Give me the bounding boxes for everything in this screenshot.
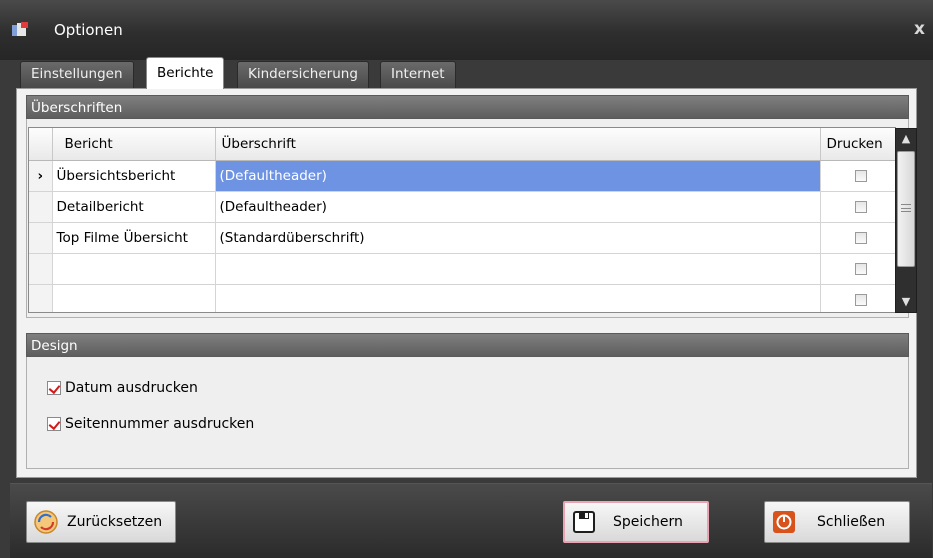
table-row[interactable] <box>29 284 895 312</box>
row-indicator <box>29 222 53 254</box>
print-date-checkbox[interactable] <box>47 381 61 395</box>
tab-einstellungen[interactable]: Einstellungen <box>20 61 134 88</box>
cell-ueberschrift[interactable] <box>215 284 821 312</box>
column-header-ueberschrift[interactable]: Überschrift <box>215 128 821 161</box>
cell-ueberschrift[interactable]: (Standardüberschrift) <box>215 222 821 254</box>
grid-header-row: Bericht Überschrift Drucken <box>29 128 895 161</box>
current-row-indicator-icon: › <box>29 160 53 192</box>
tab-internet[interactable]: Internet <box>380 61 456 88</box>
reports-table: Bericht Überschrift Drucken › Übersichts… <box>29 128 895 312</box>
close-label: Schließen <box>817 514 886 530</box>
print-page-number-checkbox[interactable] <box>47 417 61 431</box>
scroll-up-icon[interactable]: ▲ <box>896 129 916 149</box>
print-page-number-label: Seitennummer ausdrucken <box>65 416 255 432</box>
row-indicator <box>29 284 53 312</box>
row-indicator <box>29 191 53 223</box>
window-title: Optionen <box>54 21 123 39</box>
print-checkbox[interactable] <box>854 262 867 275</box>
cell-bericht[interactable]: Übersichtsbericht <box>52 160 216 192</box>
app-icon <box>12 22 28 36</box>
save-button[interactable]: Speichern <box>563 501 709 543</box>
print-checkbox[interactable] <box>854 293 867 306</box>
close-icon[interactable]: x <box>914 19 925 39</box>
column-header-bericht[interactable]: Bericht <box>52 128 216 161</box>
table-row[interactable]: › Übersichtsbericht (Defaultheader) <box>29 160 895 192</box>
cell-ueberschrift[interactable]: (Defaultheader) <box>215 191 821 223</box>
table-row[interactable]: Top Filme Übersicht (Standardüberschrift… <box>29 222 895 254</box>
print-page-number-checkbox-row[interactable]: Seitennummer ausdrucken <box>47 416 254 432</box>
cell-drucken[interactable] <box>820 284 895 312</box>
design-group-header: Design <box>26 333 909 357</box>
print-checkbox[interactable] <box>854 169 867 182</box>
options-window: Optionen x Einstellungen Berichte Kinder… <box>0 0 933 558</box>
close-button[interactable]: Schließen <box>764 501 910 543</box>
cell-drucken[interactable] <box>820 222 895 254</box>
print-checkbox[interactable] <box>854 200 867 213</box>
cell-drucken[interactable] <box>820 191 895 223</box>
button-bar: Zurücksetzen Speichern Schließen <box>10 483 932 558</box>
grid-scrollbar[interactable]: ▲ ▼ <box>895 128 917 313</box>
reset-button[interactable]: Zurücksetzen <box>26 501 176 543</box>
reset-icon <box>33 509 59 535</box>
headings-group-header: Überschriften <box>26 95 909 119</box>
grip-icon <box>901 204 911 212</box>
cell-drucken[interactable] <box>820 253 895 285</box>
scrollbar-thumb[interactable] <box>897 151 915 267</box>
design-group-body <box>26 357 909 469</box>
power-icon <box>771 509 797 535</box>
column-header-drucken[interactable]: Drucken <box>820 128 895 161</box>
cell-bericht[interactable] <box>52 253 216 285</box>
reports-grid: Bericht Überschrift Drucken › Übersichts… <box>28 127 896 313</box>
table-row[interactable] <box>29 253 895 285</box>
cell-bericht[interactable]: Top Filme Übersicht <box>52 222 216 254</box>
scroll-down-icon[interactable]: ▼ <box>896 292 916 312</box>
print-date-checkbox-row[interactable]: Datum ausdrucken <box>47 380 198 396</box>
title-bar: Optionen x <box>0 0 933 60</box>
tab-berichte[interactable]: Berichte <box>146 57 225 89</box>
save-label: Speichern <box>613 514 683 530</box>
cell-bericht[interactable]: Detailbericht <box>52 191 216 223</box>
print-date-label: Datum ausdrucken <box>65 380 198 396</box>
cell-bericht[interactable] <box>52 284 216 312</box>
reset-label: Zurücksetzen <box>67 514 163 530</box>
row-indicator <box>29 253 53 285</box>
table-row[interactable]: Detailbericht (Defaultheader) <box>29 191 895 223</box>
row-indicator-header <box>29 128 53 161</box>
cell-ueberschrift[interactable]: (Defaultheader) <box>215 160 821 192</box>
tab-kindersicherung[interactable]: Kindersicherung <box>237 61 369 88</box>
floppy-disk-icon <box>571 509 597 535</box>
cell-drucken[interactable] <box>820 160 895 192</box>
print-checkbox[interactable] <box>854 231 867 244</box>
cell-ueberschrift[interactable] <box>215 253 821 285</box>
